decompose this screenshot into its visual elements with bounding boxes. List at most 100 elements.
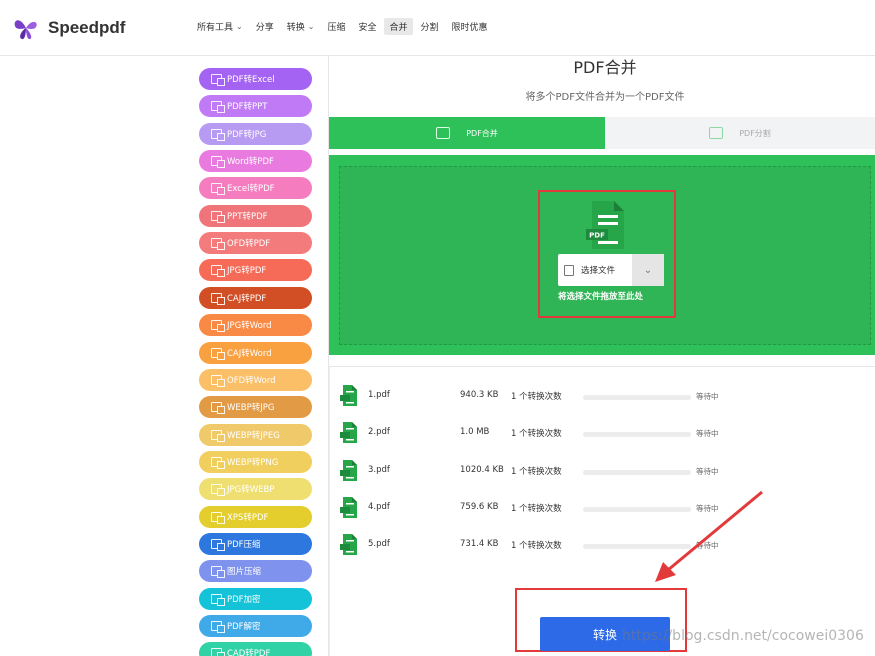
tool-icon bbox=[211, 374, 225, 387]
tool-icon bbox=[211, 511, 225, 524]
sidebar-item[interactable]: WEBP转PNG bbox=[199, 450, 312, 473]
sidebar-item-label: OFD转PDF bbox=[227, 239, 271, 250]
nav-promo[interactable]: 限时优惠 bbox=[447, 18, 493, 35]
tool-icon bbox=[211, 210, 225, 223]
convert-label: 转换 bbox=[592, 627, 617, 642]
file-row: 2.pdf 1.0 MB 1 个转换次数 等待中 bbox=[340, 422, 740, 446]
sidebar-item[interactable]: JPG转Word bbox=[199, 314, 312, 337]
sidebar-item-label: CAJ转Word bbox=[227, 348, 272, 359]
logo-text: Speedpdf bbox=[48, 18, 126, 37]
page-title: PDF合并 bbox=[573, 58, 637, 77]
nav-compress[interactable]: 压缩 bbox=[322, 18, 350, 35]
sidebar-item-label: CAD转PDF bbox=[227, 649, 271, 656]
sidebar-item[interactable]: PDF转JPG bbox=[199, 122, 312, 145]
merge-icon bbox=[436, 127, 451, 139]
sidebar-item[interactable]: CAJ转Word bbox=[199, 341, 312, 364]
tool-icon bbox=[211, 265, 225, 278]
tool-icon bbox=[211, 292, 225, 305]
sidebar-item[interactable]: CAJ转PDF bbox=[199, 286, 312, 309]
sidebar-item[interactable]: OFD转Word bbox=[199, 368, 312, 391]
progress-bar bbox=[583, 469, 691, 475]
tab-label: PDF分割 bbox=[739, 128, 771, 138]
sidebar-item[interactable]: XPS转PDF bbox=[199, 505, 312, 528]
sidebar-item-label: JPG转PDF bbox=[227, 266, 267, 277]
sidebar-item[interactable]: PDF转Excel bbox=[199, 68, 312, 90]
sidebar-item-label: JPG转WEBP bbox=[227, 485, 275, 496]
file-row: 3.pdf 1020.4 KB 1 个转换次数 等待中 bbox=[340, 459, 740, 484]
sidebar-item-label: JPG转Word bbox=[227, 321, 272, 332]
tab-pdf-split[interactable]: PDF分割 bbox=[605, 117, 875, 149]
file-status: 等待中 bbox=[696, 392, 719, 401]
file-size: 1.0 MB bbox=[460, 427, 490, 438]
pdf-file-icon bbox=[340, 385, 357, 406]
sidebar-item[interactable]: WEBP转JPG bbox=[199, 396, 312, 419]
tool-icon bbox=[211, 566, 225, 579]
tool-icon bbox=[211, 320, 225, 333]
tool-icon bbox=[211, 621, 225, 633]
sidebar-item-label: Word转PDF bbox=[227, 157, 274, 168]
sidebar-item[interactable]: PDF压缩 bbox=[199, 532, 312, 555]
sidebar-item[interactable]: CAD转PDF bbox=[199, 642, 312, 656]
file-status: 等待中 bbox=[696, 541, 719, 551]
tool-icon bbox=[211, 484, 225, 497]
nav-share[interactable]: 分享 bbox=[251, 18, 279, 35]
file-name: 2.pdf bbox=[368, 427, 390, 438]
tool-icon bbox=[211, 128, 225, 141]
sidebar-item[interactable]: PDF解密 bbox=[199, 615, 312, 637]
sidebar-item[interactable]: OFD转PDF bbox=[199, 232, 312, 255]
sidebar-item[interactable]: JPG转WEBP bbox=[199, 478, 312, 501]
tool-sidebar: PDF转Excel PDF转PPT PDF转JPG Word转PDF Excel转PDF… bbox=[199, 56, 312, 656]
nav-merge[interactable]: 合并 bbox=[384, 18, 413, 35]
file-name: 1.pdf bbox=[368, 390, 390, 400]
file-status: 等待中 bbox=[696, 503, 719, 513]
file-size: 1020.4 KB bbox=[460, 464, 504, 475]
conversion-count: 1 个转换次数 bbox=[511, 429, 562, 440]
pdf-file-icon bbox=[340, 459, 357, 481]
file-row: 1.pdf 940.3 KB 1 个转换次数 等待中 bbox=[340, 385, 740, 409]
sidebar-item[interactable]: Word转PDF bbox=[199, 150, 312, 173]
tab-pdf-merge[interactable]: PDF合并 bbox=[329, 117, 605, 149]
sidebar-item[interactable]: 图片压缩 bbox=[199, 560, 312, 583]
conversion-count: 1 个转换次数 bbox=[511, 466, 562, 477]
progress-bar bbox=[583, 544, 691, 550]
sidebar-item-label: Excel转PDF bbox=[227, 184, 275, 195]
progress-bar bbox=[583, 395, 691, 400]
top-header: Speedpdf 所有工具 ⌄ 分享 转换 ⌄ 压缩 安全 合并 分割 限时优惠 bbox=[0, 0, 875, 56]
nav-all-tools[interactable]: 所有工具 ⌄ bbox=[192, 18, 248, 35]
sidebar-item-label: PDF转JPG bbox=[227, 129, 267, 140]
nav-convert[interactable]: 转换 ⌄ bbox=[282, 18, 320, 35]
nav-security[interactable]: 安全 bbox=[353, 18, 381, 35]
logo[interactable]: Speedpdf bbox=[12, 14, 125, 42]
tool-icon bbox=[211, 538, 225, 551]
tool-icon bbox=[211, 593, 225, 606]
sidebar-item[interactable]: PDF加密 bbox=[199, 587, 312, 610]
page: Speedpdf 所有工具 ⌄ 分享 转换 ⌄ 压缩 安全 合并 分割 限时优惠 P… bbox=[0, 0, 875, 656]
nav-label: 限时优惠 bbox=[451, 23, 488, 33]
tool-icon bbox=[211, 101, 225, 114]
chevron-down-icon: ⌄ bbox=[236, 22, 243, 31]
sidebar-item[interactable]: WEBP转JPEG bbox=[199, 423, 312, 446]
file-row: 5.pdf 731.4 KB 1 个转换次数 等待中 bbox=[340, 534, 740, 558]
page-subtitle: 将多个PDF文件合并为一个PDF文件 bbox=[525, 92, 685, 103]
sidebar-item-label: WEBP转PNG bbox=[227, 457, 279, 468]
sidebar-item-label: WEBP转JPG bbox=[227, 403, 275, 414]
nav-label: 分享 bbox=[255, 23, 274, 33]
sidebar-item[interactable]: JPG转PDF bbox=[199, 259, 312, 282]
nav-label: 分割 bbox=[420, 23, 439, 33]
nav-label: 所有工具 bbox=[197, 23, 234, 33]
progress-bar bbox=[583, 432, 691, 438]
sidebar-item[interactable]: Excel转PDF bbox=[199, 177, 312, 200]
tool-icon bbox=[211, 238, 225, 251]
tool-icon bbox=[211, 429, 225, 442]
nav-split[interactable]: 分割 bbox=[416, 18, 444, 35]
sidebar-item[interactable]: PDF转PPT bbox=[199, 95, 312, 118]
sidebar-item-label: 图片压缩 bbox=[227, 567, 262, 578]
butterfly-logo-icon bbox=[14, 20, 37, 40]
tool-icon bbox=[211, 74, 225, 86]
sidebar-item-label: OFD转Word bbox=[227, 375, 276, 386]
file-size: 940.3 KB bbox=[460, 390, 499, 400]
pdf-file-icon bbox=[340, 534, 357, 556]
nav-label: 转换 bbox=[286, 23, 305, 33]
file-name: 3.pdf bbox=[368, 464, 390, 475]
sidebar-item[interactable]: PPT转PDF bbox=[199, 204, 312, 227]
